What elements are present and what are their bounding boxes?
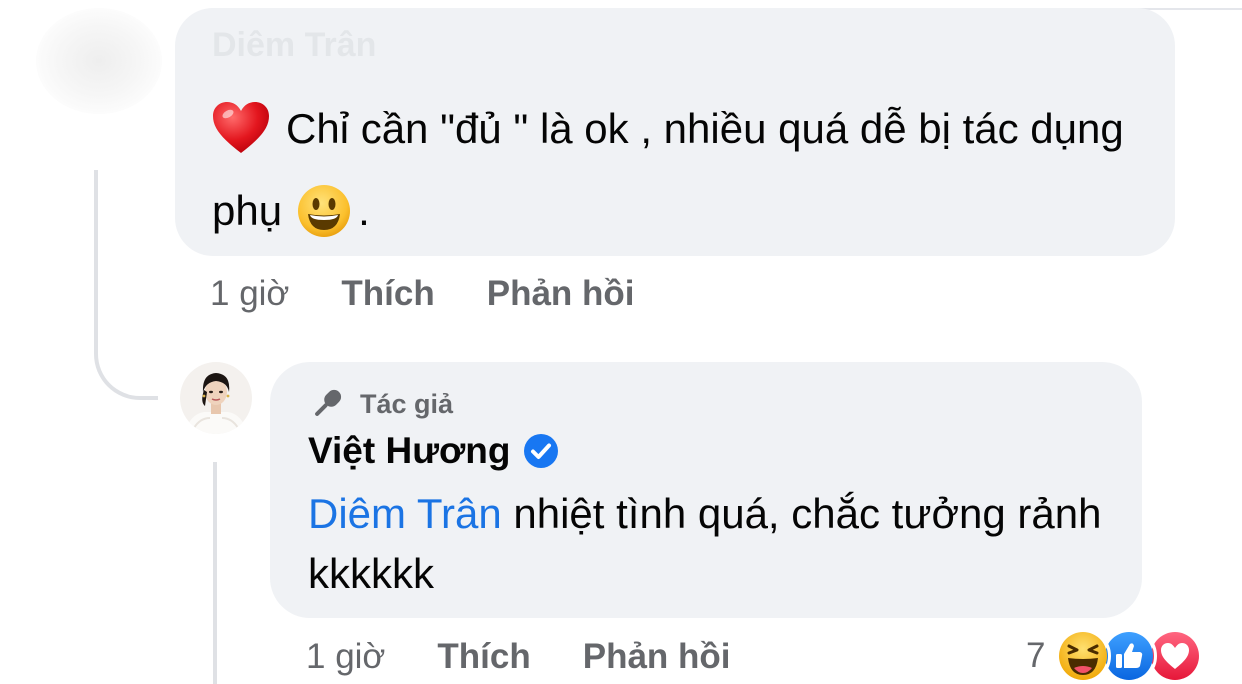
comment-text-part-2: . bbox=[358, 187, 370, 234]
comment-text: Chỉ cần "đủ " là ok , nhiều quá dễ bị tá… bbox=[212, 88, 1162, 252]
smiling-face-emoji bbox=[298, 185, 351, 237]
reply-button[interactable]: Phản hồi bbox=[583, 637, 731, 677]
comment-text: Diêm Trân nhiệt tình quá, chắc tưởng rản… bbox=[308, 484, 1128, 604]
mention-link[interactable]: Diêm Trân bbox=[308, 490, 502, 537]
thread-connector-line bbox=[94, 170, 158, 400]
avatar[interactable] bbox=[180, 362, 252, 434]
author-badge-label: Tác giả bbox=[360, 388, 454, 419]
like-button[interactable]: Thích bbox=[437, 637, 530, 677]
like-button[interactable]: Thích bbox=[341, 274, 434, 314]
microphone-icon bbox=[315, 389, 342, 416]
author-badge: Tác giả bbox=[308, 386, 453, 422]
comment-author-row: Việt Hương bbox=[308, 430, 559, 472]
reply-thread-line bbox=[213, 462, 217, 684]
comment-meta-row: 1 giờ Thích Phản hồi bbox=[210, 271, 635, 317]
verified-check-icon bbox=[523, 434, 558, 468]
comment-timestamp[interactable]: 1 giờ bbox=[210, 274, 289, 314]
avatar[interactable] bbox=[36, 8, 162, 114]
comment-meta-row: 1 giờ Thích Phản hồi bbox=[306, 634, 731, 680]
comment-author-name[interactable]: Việt Hương bbox=[308, 430, 511, 472]
reply-button[interactable]: Phản hồi bbox=[487, 274, 635, 314]
avatar-photo bbox=[180, 362, 252, 434]
comment-author-name[interactable]: Diêm Trân bbox=[212, 26, 376, 65]
haha-reaction-icon bbox=[1055, 628, 1112, 684]
comment-timestamp[interactable]: 1 giờ bbox=[306, 637, 385, 677]
reaction-summary[interactable]: 7 bbox=[1026, 628, 1204, 684]
red-heart-emoji bbox=[213, 102, 269, 153]
reaction-count: 7 bbox=[1026, 636, 1046, 675]
